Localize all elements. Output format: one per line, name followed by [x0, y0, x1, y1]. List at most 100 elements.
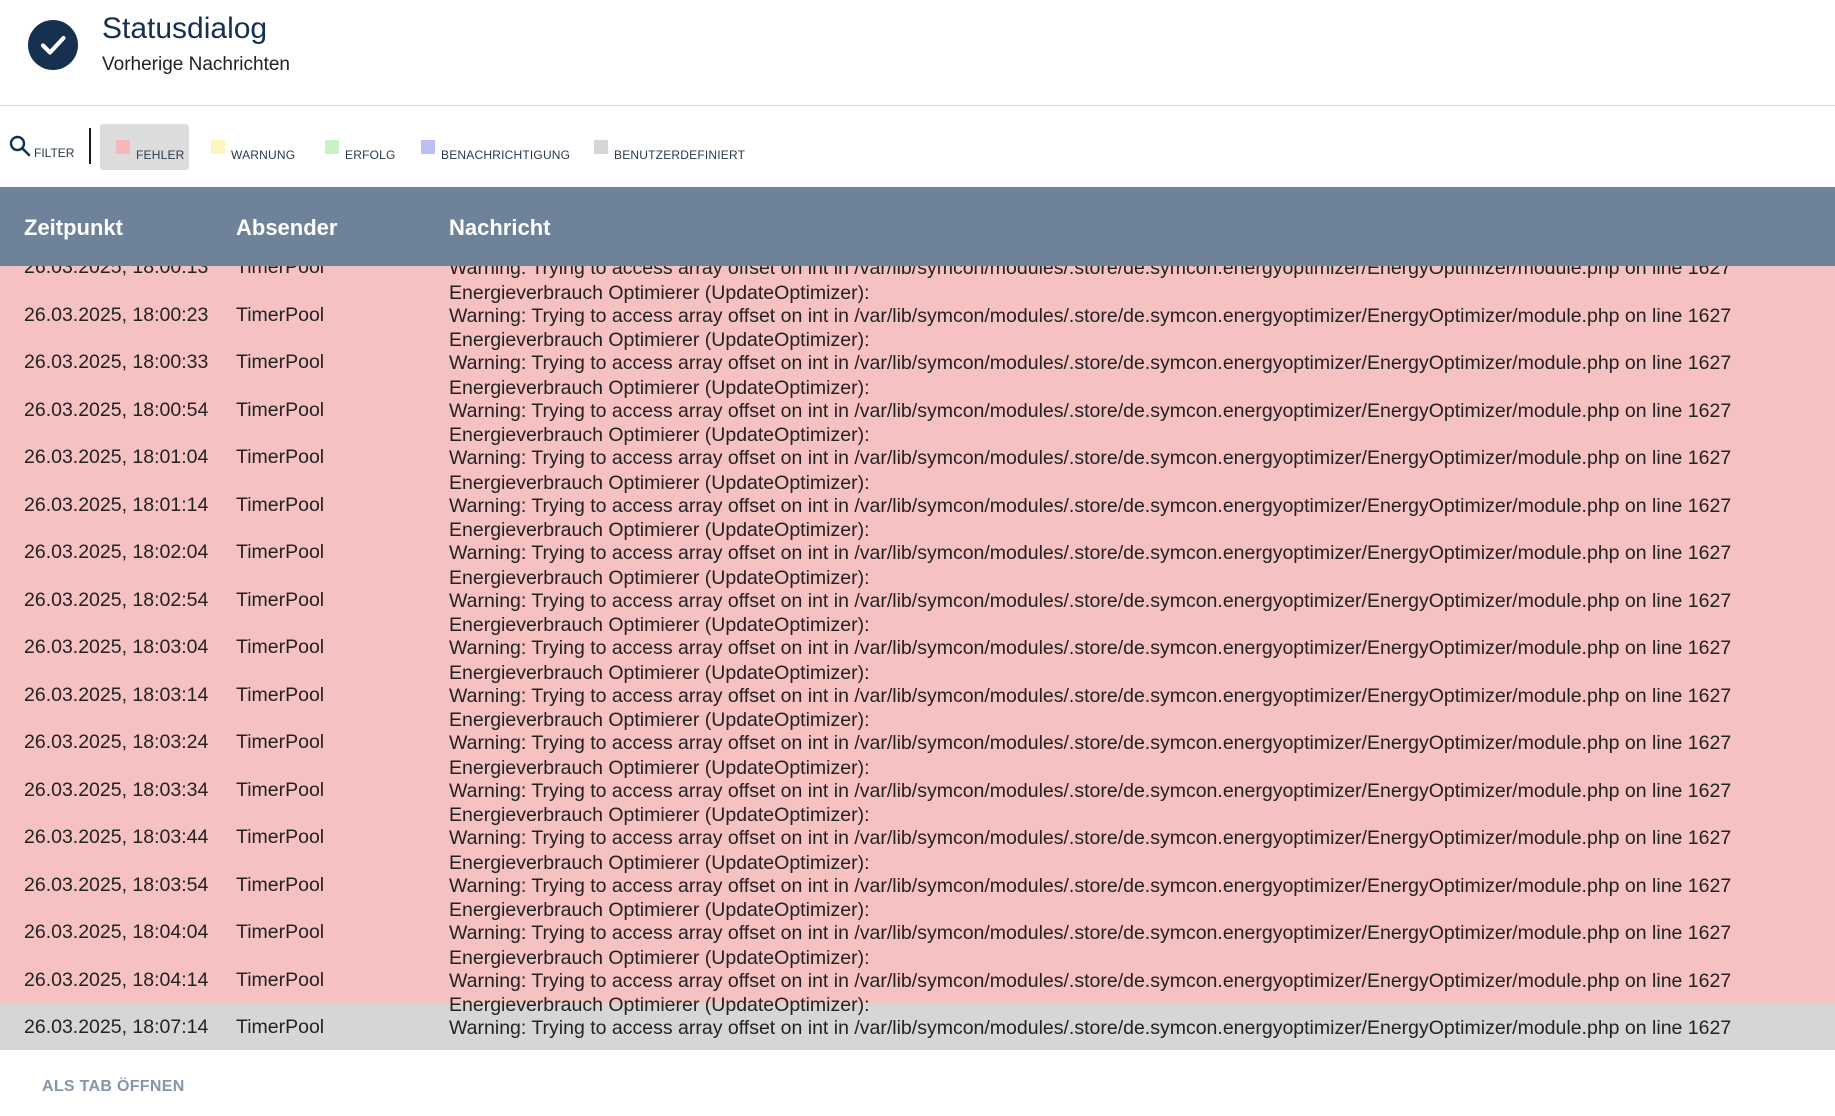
sender-cell: TimerPool: [236, 731, 325, 753]
sender-cell: TimerPool: [236, 351, 325, 373]
message-title-cell: Energieverbrauch Optimierer (UpdateOptim…: [449, 329, 870, 351]
message-title-cell: Energieverbrauch Optimierer (UpdateOptim…: [449, 994, 870, 1016]
column-header-absender[interactable]: Absender: [236, 215, 337, 241]
table-row[interactable]: 26.03.2025, 18:03:14 TimerPool Energieverb…: [0, 662, 1835, 719]
message-title-cell: Energieverbrauch Optimierer (UpdateOptim…: [449, 614, 870, 636]
open-as-tab-button[interactable]: ALS TAB ÖFFNEN: [42, 1078, 185, 1096]
filter-chip-label: WARNUNG: [231, 148, 296, 162]
filter-search-label: FILTER: [34, 146, 75, 160]
filter-chip-label: FEHLER: [136, 148, 185, 162]
table-row[interactable]: 26.03.2025, 18:03:24 TimerPool Energieverb…: [0, 709, 1835, 766]
time-cell: 26.03.2025, 18:04:14: [24, 968, 209, 991]
time-cell: 26.03.2025, 18:00:54: [24, 398, 209, 421]
message-title-cell: Energieverbrauch Optimierer (UpdateOptim…: [449, 709, 870, 731]
table-row[interactable]: 26.03.2025, 18:00:23 TimerPool Energieverb…: [0, 282, 1835, 339]
table-body[interactable]: 26.03.2025, 18:00:13 TimerPool Energieverb…: [0, 266, 1835, 1050]
table-header: Zeitpunkt Absender Nachricht: [0, 187, 1835, 266]
time-cell: 26.03.2025, 18:03:04: [24, 636, 209, 658]
message-detail-cell: Warning: Trying to access array offset o…: [449, 779, 1732, 802]
message-detail-cell: Warning: Trying to access array offset o…: [449, 494, 1732, 517]
benutzerdefiniert-swatch: [594, 140, 608, 154]
sender-cell: TimerPool: [236, 683, 325, 706]
table-row[interactable]: 26.03.2025, 18:00:13TimerPoolEnergieverb…: [0, 266, 1835, 291]
dialog-title: Statusdialog: [102, 12, 268, 45]
sender-cell: TimerPool: [236, 398, 325, 421]
check-circle-icon: [28, 20, 78, 70]
benachrichtigung-swatch: [421, 140, 435, 154]
message-detail-cell: Warning: Trying to access array offset o…: [449, 352, 1732, 374]
erfolg-swatch: [325, 140, 339, 154]
time-cell: 26.03.2025, 18:00:33: [24, 351, 209, 373]
message-detail-cell: Warning: Trying to access array offset o…: [449, 969, 1732, 992]
messages-table: Zeitpunkt Absender Nachricht 26.03.2025,…: [0, 187, 1835, 1050]
filter-chip-erfolg[interactable]: ERFOLG: [325, 124, 396, 170]
dialog-header: Statusdialog Vorherige Nachrichten: [0, 0, 1835, 106]
table-row[interactable]: 26.03.2025, 18:02:54 TimerPool Energieverb…: [0, 567, 1835, 624]
column-header-zeitpunkt[interactable]: Zeitpunkt: [24, 215, 123, 241]
table-row[interactable]: 26.03.2025, 18:04:14 TimerPool Energieverb…: [0, 947, 1835, 1004]
time-cell: 26.03.2025, 18:01:14: [24, 493, 209, 516]
filter-chip-warnung[interactable]: WARNUNG: [211, 124, 295, 170]
warnung-swatch: [211, 140, 225, 154]
table-row[interactable]: 26.03.2025, 18:00:33 TimerPool Energieverb…: [0, 329, 1835, 386]
time-cell: 26.03.2025, 18:03:54: [24, 873, 209, 896]
sender-cell: TimerPool: [236, 968, 325, 991]
table-row[interactable]: 26.03.2025, 18:03:54 TimerPool Energieverb…: [0, 852, 1835, 909]
filter-chip-label: BENACHRICHTIGUNG: [441, 148, 571, 162]
time-cell: 26.03.2025, 18:04:04: [24, 921, 209, 943]
filter-chip-benutzerdefiniert[interactable]: BENUTZERDEFINIERT: [594, 124, 745, 170]
message-detail-cell: Warning: Trying to access array offset o…: [449, 304, 1732, 327]
table-row[interactable]: 26.03.2025, 18:03:04 TimerPool Energieverb…: [0, 614, 1835, 671]
table-row[interactable]: 26.03.2025, 18:03:44 TimerPool Energieverb…: [0, 804, 1835, 861]
message-title-cell: Energieverbrauch Optimierer (UpdateOptim…: [449, 376, 870, 399]
message-title-cell: Energieverbrauch Optimierer (UpdateOptim…: [449, 756, 870, 779]
sender-cell: TimerPool: [236, 541, 325, 563]
table-row[interactable]: 26.03.2025, 18:02:04 TimerPool Energieverb…: [0, 519, 1835, 576]
time-cell: 26.03.2025, 18:00:23: [24, 303, 209, 326]
fehler-swatch: [116, 140, 130, 154]
message-title-cell: Energieverbrauch Optimierer (UpdateOptim…: [449, 471, 870, 494]
table-row[interactable]: 26.03.2025, 18:00:54 TimerPool Energieverb…: [0, 377, 1835, 434]
table-row[interactable]: 26.03.2025, 18:01:14 TimerPool Energieverb…: [0, 472, 1835, 529]
time-cell: 26.03.2025, 18:02:54: [24, 588, 209, 611]
sender-cell: TimerPool: [236, 266, 325, 278]
message-detail-cell: Warning: Trying to access array offset o…: [449, 542, 1732, 564]
message-detail-cell: Warning: Trying to access array offset o…: [449, 447, 1732, 469]
filter-chip-label: BENUTZERDEFINIERT: [614, 148, 746, 162]
message-detail-cell: Warning: Trying to access array offset o…: [449, 684, 1732, 707]
message-title-cell: Energieverbrauch Optimierer (UpdateOptim…: [449, 661, 870, 684]
message-title-cell: Energieverbrauch Optimierer (UpdateOptim…: [449, 424, 870, 446]
column-header-nachricht[interactable]: Nachricht: [449, 215, 550, 241]
sender-cell: TimerPool: [236, 826, 325, 848]
message-title-cell: Energieverbrauch Optimierer (UpdateOptim…: [449, 519, 870, 541]
message-title-cell: Energieverbrauch Optimierer (UpdateOptim…: [449, 946, 870, 969]
table-row[interactable]: 26.03.2025, 18:04:04 TimerPool Energieverb…: [0, 899, 1835, 956]
message-detail-cell: Warning: Trying to access array offset o…: [449, 589, 1732, 612]
time-cell: 26.03.2025, 18:01:04: [24, 446, 209, 468]
time-cell: 26.03.2025, 18:03:24: [24, 731, 209, 753]
sender-cell: TimerPool: [236, 778, 325, 801]
message-title-cell: Energieverbrauch Optimierer (UpdateOptim…: [449, 851, 870, 874]
message-detail-cell: Warning: Trying to access array offset o…: [449, 266, 1732, 279]
message-title-cell: Energieverbrauch Optimierer (UpdateOptim…: [449, 899, 870, 921]
filter-chip-benachrichtigung[interactable]: BENACHRICHTIGUNG: [421, 124, 570, 170]
sender-cell: TimerPool: [236, 873, 325, 896]
time-cell: 26.03.2025, 18:03:34: [24, 778, 209, 801]
time-cell: 26.03.2025, 18:03:44: [24, 826, 209, 848]
sender-cell: TimerPool: [236, 636, 325, 658]
search-icon: [8, 134, 32, 163]
message-detail-cell: Warning: Trying to access array offset o…: [449, 922, 1732, 944]
message-detail-cell: Warning: Trying to access array offset o…: [449, 1017, 1732, 1039]
table-row[interactable]: 26.03.2025, 18:07:14 TimerPool Energieverb…: [0, 994, 1835, 1050]
filter-search-button[interactable]: FILTER: [8, 134, 74, 163]
filter-bar: FILTER FEHLER WARNUNG ERFOLG BENACHRICHT…: [0, 118, 1835, 176]
sender-cell: TimerPool: [236, 303, 325, 326]
table-row[interactable]: 26.03.2025, 18:01:04 TimerPool Energieverb…: [0, 424, 1835, 481]
time-cell: 26.03.2025, 18:07:14: [24, 1016, 209, 1038]
time-cell: 26.03.2025, 18:02:04: [24, 541, 209, 563]
filter-chip-fehler[interactable]: FEHLER: [100, 124, 189, 170]
message-detail-cell: Warning: Trying to access array offset o…: [449, 827, 1732, 849]
filter-divider: [89, 128, 91, 164]
filter-chip-label: ERFOLG: [345, 148, 396, 162]
table-row[interactable]: 26.03.2025, 18:03:34 TimerPool Energieverb…: [0, 757, 1835, 814]
